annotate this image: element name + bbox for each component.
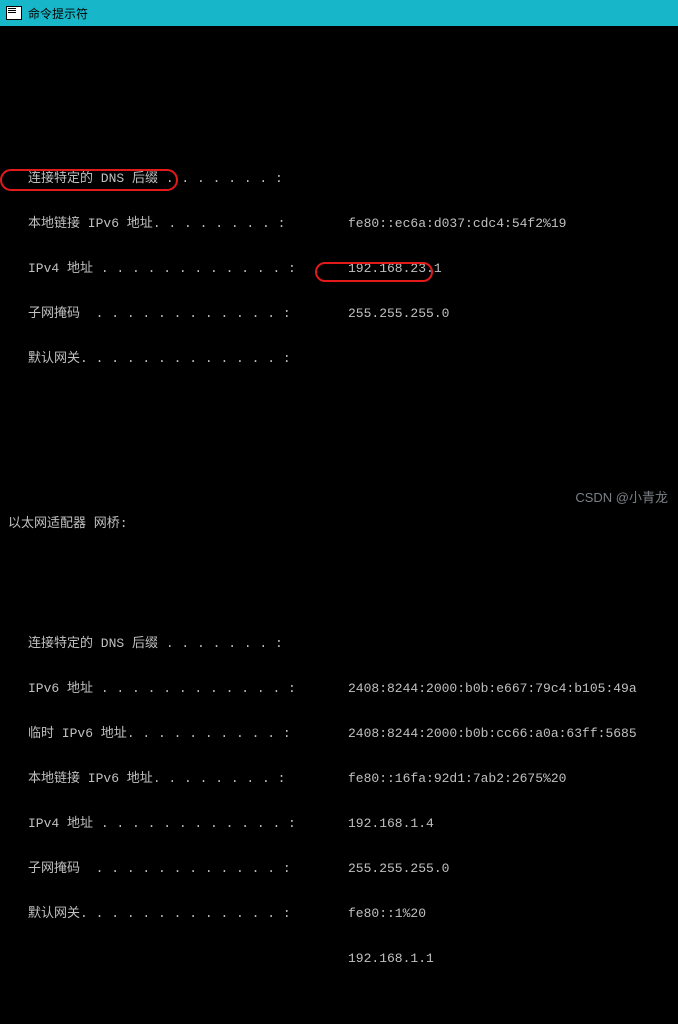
row-dns-suffix: 连接特定的 DNS 后缀 . . . . . . . :: [4, 636, 674, 651]
row-gateway-extra: 192.168.1.1: [4, 951, 674, 966]
watermark-text: CSDN @小青龙: [575, 487, 668, 506]
console-output[interactable]: 连接特定的 DNS 后缀 . . . . . . . : 本地链接 IPv6 地…: [0, 26, 678, 1024]
adapter-block-0: 连接特定的 DNS 后缀 . . . . . . . : 本地链接 IPv6 地…: [4, 141, 674, 396]
row-ipv4: IPv4 地址 . . . . . . . . . . . . : 192.16…: [4, 261, 674, 276]
row-ipv6: IPv6 地址 . . . . . . . . . . . . : 2408:8…: [4, 681, 674, 696]
row-linklocal-ipv6: 本地链接 IPv6 地址. . . . . . . . : fe80::ec6a…: [4, 216, 674, 231]
row-subnet: 子网掩码 . . . . . . . . . . . . : 255.255.2…: [4, 306, 674, 321]
titlebar: 命令提示符: [0, 0, 678, 26]
row-gateway: 默认网关. . . . . . . . . . . . . :: [4, 351, 674, 366]
adapter-block-1: 连接特定的 DNS 后缀 . . . . . . . : IPv6 地址 . .…: [4, 606, 674, 996]
adapter-heading-bridge: 以太网适配器 网桥:: [4, 516, 674, 531]
row-gateway: 默认网关. . . . . . . . . . . . . : fe80::1%…: [4, 906, 674, 921]
row-ipv4: IPv4 地址 . . . . . . . . . . . . : 192.16…: [4, 816, 674, 831]
row-subnet: 子网掩码 . . . . . . . . . . . . : 255.255.2…: [4, 861, 674, 876]
row-linklocal-ipv6: 本地链接 IPv6 地址. . . . . . . . : fe80::16fa…: [4, 771, 674, 786]
cmd-icon: [6, 6, 22, 20]
window-title: 命令提示符: [28, 5, 88, 22]
row-temp-ipv6: 临时 IPv6 地址. . . . . . . . . . : 2408:824…: [4, 726, 674, 741]
row-dns-suffix: 连接特定的 DNS 后缀 . . . . . . . :: [4, 171, 674, 186]
